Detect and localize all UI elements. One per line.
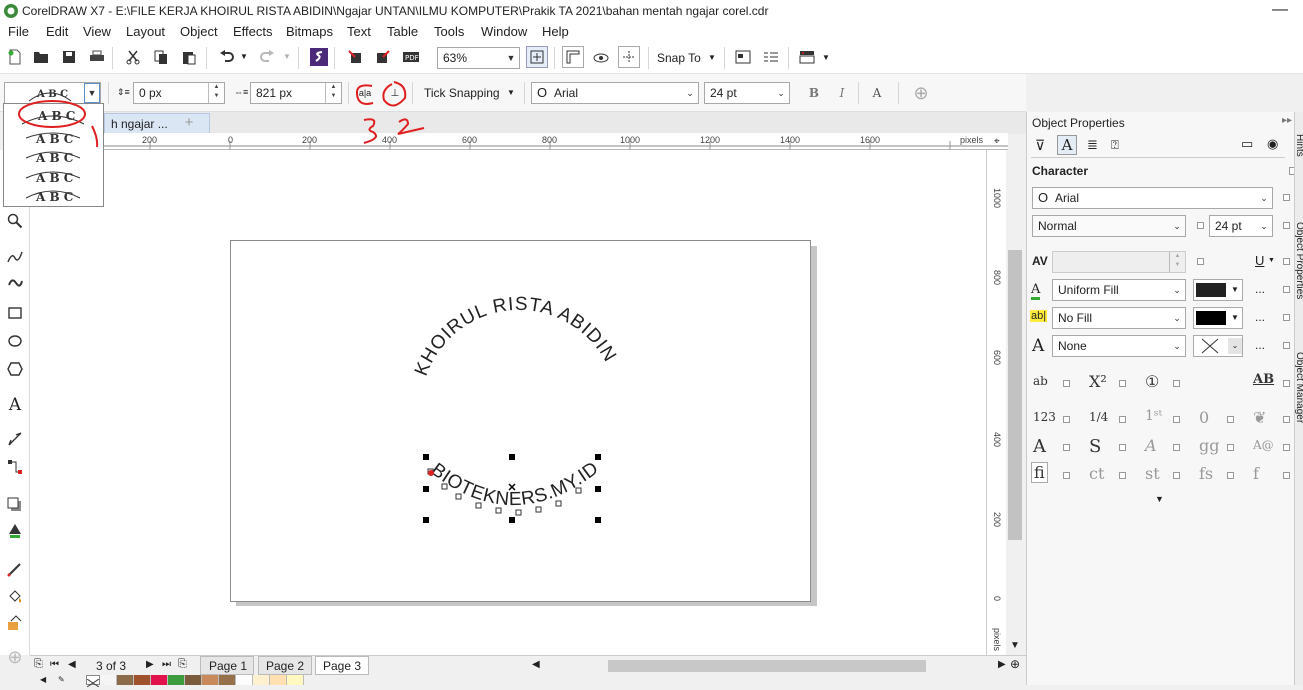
annotation-circle-right — [382, 81, 407, 107]
annotation-circle-left — [355, 84, 374, 105]
annotation-three-mark — [363, 118, 377, 144]
annotation-two-mark — [397, 118, 425, 135]
annotation-ellipse — [18, 100, 86, 128]
annotation-one-mark — [91, 125, 99, 148]
red-annotations — [18, 81, 425, 148]
